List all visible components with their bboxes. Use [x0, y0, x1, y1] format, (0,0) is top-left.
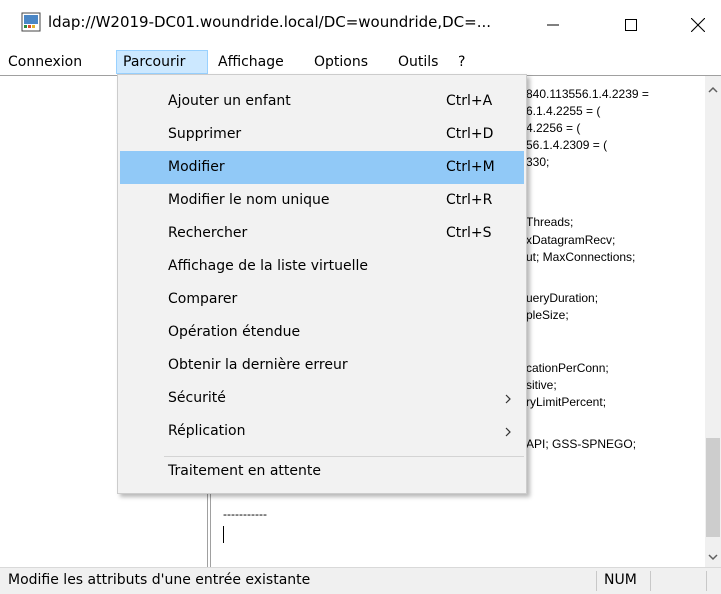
output-line: 6.1.4.2255 = ( [526, 104, 601, 118]
menu-item-operation-etendue[interactable]: Opération étendue [120, 316, 524, 349]
menu-item-replication[interactable]: Réplication [120, 415, 524, 448]
vertical-scrollbar[interactable] [705, 75, 721, 567]
menu-item-comparer[interactable]: Comparer [120, 283, 524, 316]
minimize-button[interactable] [530, 0, 576, 49]
menu-item-modifier[interactable]: Modifier Ctrl+M [120, 151, 524, 184]
scroll-up-button[interactable] [705, 82, 721, 96]
maximize-button[interactable] [608, 0, 654, 49]
close-icon [691, 17, 705, 32]
output-line: cationPerConn; [526, 361, 609, 375]
menu-item-shortcut: Ctrl+M [446, 159, 495, 175]
output-line: xDatagramRecv; [526, 233, 616, 247]
menu-item-label: Ajouter un enfant [168, 93, 291, 109]
submenu-arrow-icon [505, 394, 511, 404]
menu-item-securite[interactable]: Sécurité [120, 382, 524, 415]
output-line: pleSize; [526, 308, 569, 322]
status-divider [650, 571, 651, 591]
submenu-arrow-icon [505, 427, 511, 437]
menu-item-label: Modifier [168, 159, 225, 175]
title-bar: ldap://W2019-DC01.woundride.local/DC=wou… [0, 0, 721, 49]
menu-options[interactable]: Options [312, 50, 370, 74]
output-line: ryLimitPercent; [526, 395, 607, 409]
parcourir-dropdown-menu: Ajouter un enfant Ctrl+A Supprimer Ctrl+… [117, 74, 527, 494]
ldp-app-icon [21, 12, 41, 32]
menu-item-shortcut: Ctrl+D [446, 126, 494, 142]
menu-item-modifier-nom-unique[interactable]: Modifier le nom unique Ctrl+R [120, 184, 524, 217]
output-separator: ----------- [223, 507, 267, 521]
menu-item-label: Opération étendue [168, 324, 301, 340]
window-title: ldap://W2019-DC01.woundride.local/DC=wou… [48, 13, 492, 31]
menu-item-rechercher[interactable]: Rechercher Ctrl+S [120, 217, 524, 250]
scroll-thumb[interactable] [706, 438, 720, 537]
menu-item-derniere-erreur[interactable]: Obtenir la dernière erreur [120, 349, 524, 382]
menu-item-label: Comparer [168, 291, 238, 307]
text-caret [223, 526, 224, 543]
status-divider [596, 571, 597, 591]
maximize-icon [625, 18, 637, 31]
menu-affichage[interactable]: Affichage [216, 50, 286, 74]
menu-item-label: Réplication [168, 423, 246, 439]
menu-item-label: Obtenir la dernière erreur [168, 357, 348, 373]
menu-item-ajouter-enfant[interactable]: Ajouter un enfant Ctrl+A [120, 85, 524, 118]
menu-item-label: Traitement en attente [168, 463, 321, 479]
output-line: 330; [526, 155, 550, 169]
menu-item-liste-virtuelle[interactable]: Affichage de la liste virtuelle [120, 250, 524, 283]
menu-item-shortcut: Ctrl+A [446, 93, 493, 109]
output-line: API; GSS-SPNEGO; [526, 437, 637, 451]
scroll-down-button[interactable] [705, 550, 721, 564]
output-line: 56.1.4.2309 = ( [526, 138, 608, 152]
output-line: sitive; [526, 378, 557, 392]
status-bar: Modifie les attributs d'une entrée exist… [0, 567, 721, 594]
menu-item-shortcut: Ctrl+S [446, 225, 492, 241]
output-line: ut; MaxConnections; [526, 250, 636, 264]
output-line: 840.113556.1.4.2239 = [526, 87, 649, 101]
menu-parcourir[interactable]: Parcourir [116, 50, 208, 74]
chevron-down-icon [708, 553, 718, 560]
menu-item-traitement-attente[interactable]: Traitement en attente [120, 455, 524, 488]
output-line: 4.2256 = ( [526, 121, 581, 135]
status-divider [706, 571, 707, 591]
menu-item-shortcut: Ctrl+R [446, 192, 493, 208]
menu-item-label: Rechercher [168, 225, 248, 241]
menu-item-label: Supprimer [168, 126, 242, 142]
num-lock-indicator: NUM [604, 572, 637, 588]
menu-help[interactable]: ? [456, 50, 467, 74]
minimize-icon [547, 24, 559, 25]
output-line: Threads; [526, 215, 574, 229]
status-text: Modifie les attributs d'une entrée exist… [8, 572, 311, 588]
output-line: ueryDuration; [526, 291, 599, 305]
menu-outils[interactable]: Outils [396, 50, 440, 74]
menu-item-label: Sécurité [168, 390, 226, 406]
menu-item-label: Affichage de la liste virtuelle [168, 258, 369, 274]
chevron-up-icon [708, 86, 718, 93]
close-button[interactable] [675, 0, 721, 49]
menu-item-label: Modifier le nom unique [168, 192, 330, 208]
menu-connexion[interactable]: Connexion [6, 50, 84, 74]
menu-bar: Connexion Parcourir Affichage Options Ou… [0, 50, 721, 74]
menu-item-supprimer[interactable]: Supprimer Ctrl+D [120, 118, 524, 151]
